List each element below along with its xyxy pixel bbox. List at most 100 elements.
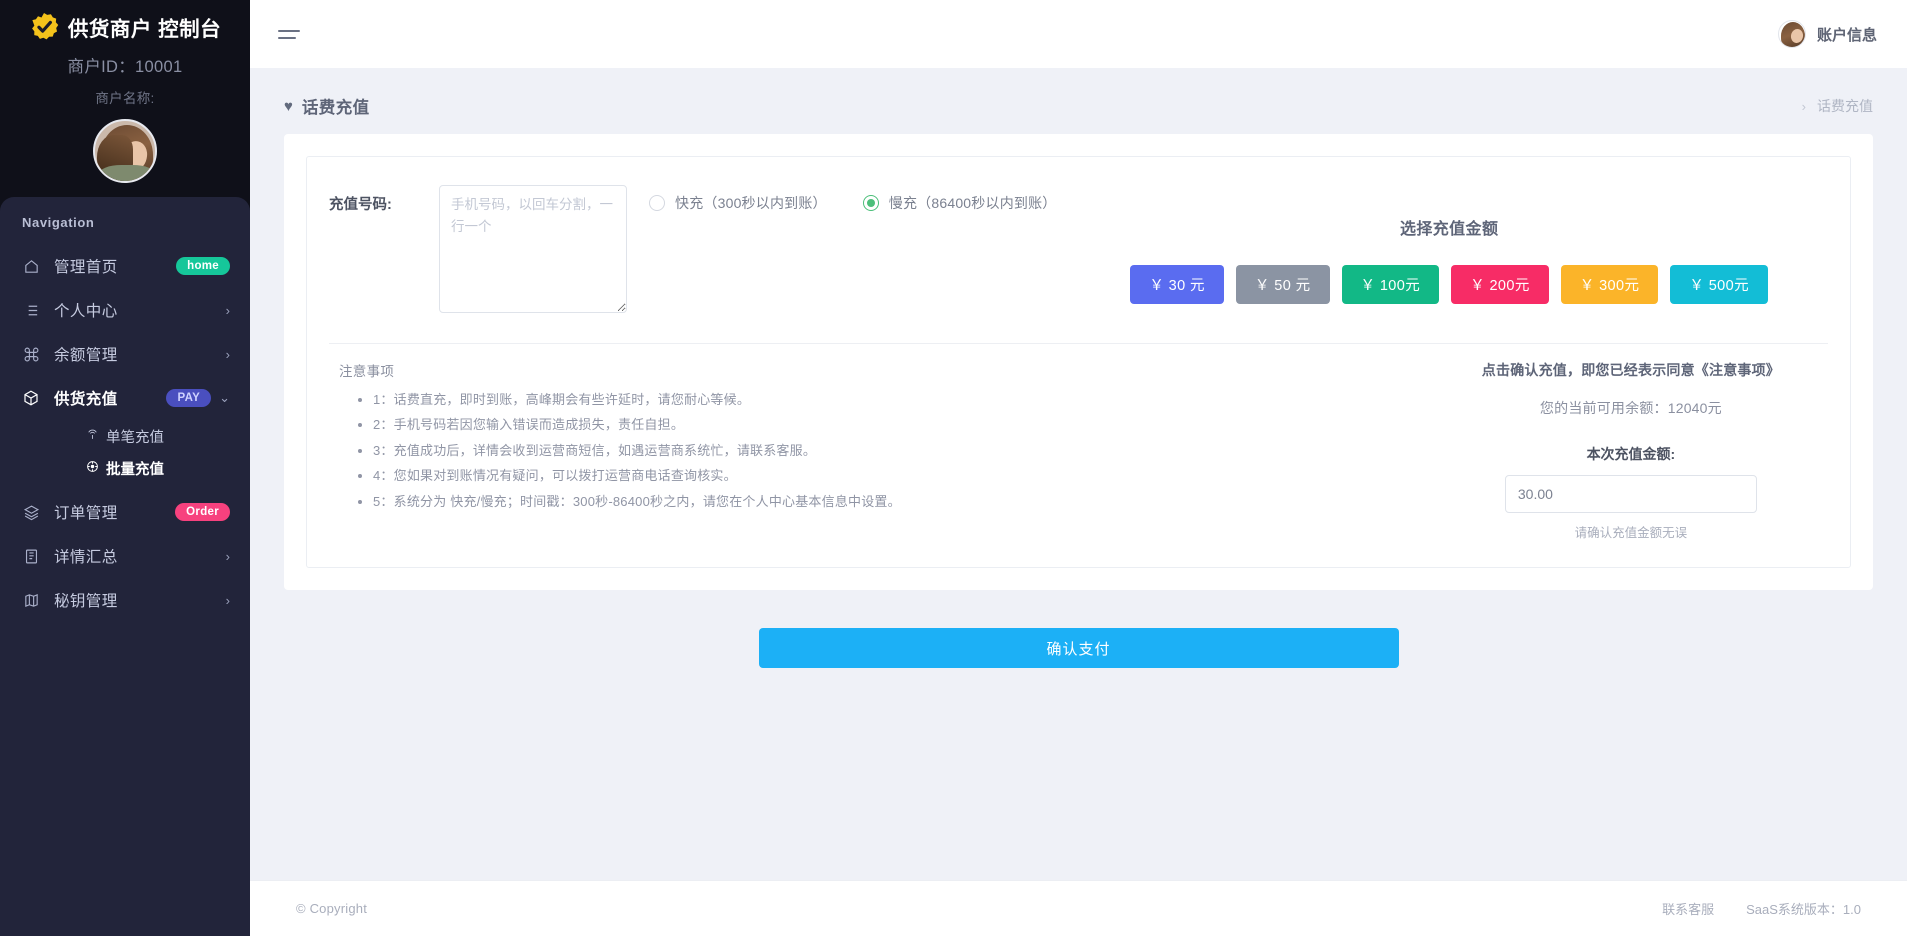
balance-text: 您的当前可用余额：12040元: [1540, 398, 1722, 418]
phone-label: 充值号码:: [329, 185, 439, 214]
sidebar-item-label: 供货充值: [54, 387, 118, 409]
map-icon: [20, 592, 42, 609]
merchant-name: 商户名称:: [95, 87, 154, 107]
page-title: ♥ 话费充值: [284, 94, 370, 118]
status-badge: home: [176, 257, 230, 275]
sidebar-subitem-label: 单笔充值: [106, 426, 164, 447]
lower-section: 注意事项 1：话费直充，即时到账，高峰期会有些许延时，请您耐心等候。 2：手机号…: [329, 344, 1828, 541]
sidebar-subitem-batch-recharge[interactable]: 批量充值: [0, 452, 250, 484]
chevron-right-icon: ›: [226, 303, 230, 318]
chevron-right-icon: ›: [226, 347, 230, 362]
box-icon: [20, 389, 42, 407]
home-icon: [20, 258, 42, 275]
recharge-form-row: 充值号码: 快充（300秒以内到账） 慢充（86400秒以内到账）: [329, 185, 1828, 313]
account-label: 账户信息: [1817, 24, 1877, 45]
amount-heading: 选择充值金额: [1400, 215, 1498, 239]
amount-field-label: 本次充值金额:: [1587, 444, 1676, 464]
sidebar-item-label: 管理首页: [54, 255, 118, 277]
footer-links: 联系客服 SaaS系统版本：1.0: [1662, 899, 1861, 918]
list-item: 3：充值成功后，详情会收到运营商短信，如遇运营商系统忙，请联系客服。: [373, 438, 901, 463]
sidebar-subitem-single-recharge[interactable]: 单笔充值: [0, 420, 250, 452]
chevron-right-icon: ›: [226, 593, 230, 608]
pay-zone: 确认支付: [250, 628, 1907, 668]
sidebar-item-label: 余额管理: [54, 343, 118, 365]
book-icon: [20, 548, 42, 565]
contact-support-link[interactable]: 联系客服: [1662, 899, 1714, 918]
sidebar-item-label: 订单管理: [54, 501, 118, 523]
sidebar-item-details[interactable]: 详情汇总 ›: [0, 534, 250, 578]
summary-pane: 点击确认充值，即您已经表示同意《注意事项》 您的当前可用余额：12040元 本次…: [1482, 360, 1828, 541]
list-icon: [20, 302, 42, 319]
amount-button-50[interactable]: ￥ 50 元: [1236, 265, 1330, 304]
page-header: ♥ 话费充值 › 话费充值: [250, 68, 1907, 126]
account-menu[interactable]: 账户信息: [1778, 20, 1877, 48]
amount-button-500[interactable]: ￥ 500元: [1670, 265, 1768, 304]
amount-buttons: ￥ 30 元 ￥ 50 元 ￥ 100元 ￥ 200元 ￥ 300元 ￥ 500…: [1130, 265, 1768, 304]
status-badge: Order: [175, 503, 230, 521]
phone-numbers-input[interactable]: [439, 185, 627, 313]
notes-title: 注意事项: [339, 360, 901, 380]
radio-label: 快充（300秒以内到账）: [675, 193, 827, 213]
sidebar: 供货商户 控制台 商户ID：10001 商户名称: Navigation 管理首…: [0, 0, 250, 936]
target-icon: [86, 460, 99, 476]
topbar: 账户信息: [250, 0, 1907, 68]
recharge-amount-input[interactable]: [1505, 475, 1757, 513]
version-text: SaaS系统版本：1.0: [1746, 899, 1861, 918]
list-item: 1：话费直充，即时到账，高峰期会有些许延时，请您耐心等候。: [373, 387, 901, 412]
status-badge: PAY: [166, 389, 211, 407]
broadcast-icon: [86, 428, 99, 444]
chevron-right-icon: ›: [226, 549, 230, 564]
radio-fast-recharge[interactable]: 快充（300秒以内到账）: [649, 193, 827, 213]
amount-selection: 选择充值金额 ￥ 30 元 ￥ 50 元 ￥ 100元 ￥ 200元 ￥ 300…: [1130, 185, 1828, 304]
avatar[interactable]: [93, 119, 157, 183]
amount-button-300[interactable]: ￥ 300元: [1561, 265, 1659, 304]
check-badge-icon: [29, 12, 59, 42]
sidebar-item-label: 个人中心: [54, 299, 118, 321]
sidebar-item-orders[interactable]: 订单管理 Order: [0, 490, 250, 534]
notes-block: 注意事项 1：话费直充，即时到账，高峰期会有些许延时，请您耐心等候。 2：手机号…: [329, 360, 901, 541]
amount-button-100[interactable]: ￥ 100元: [1342, 265, 1440, 304]
amount-hint: 请确认充值金额无误: [1575, 522, 1688, 541]
list-item: 2：手机号码若因您输入错误而造成损失，责任自担。: [373, 412, 901, 437]
radio-label: 慢充（86400秒以内到账）: [889, 193, 1057, 213]
page-title-text: 话费充值: [302, 94, 370, 118]
amount-button-200[interactable]: ￥ 200元: [1451, 265, 1549, 304]
chevron-down-icon: ⌄: [219, 390, 230, 406]
nav-heading: Navigation: [0, 215, 250, 230]
copyright-text: © Copyright: [296, 901, 367, 916]
speed-radio-group: 快充（300秒以内到账） 慢充（86400秒以内到账）: [649, 185, 1057, 213]
hamburger-icon[interactable]: [278, 30, 300, 39]
chevron-right-icon: ›: [1802, 99, 1806, 114]
sidebar-item-label: 详情汇总: [54, 545, 118, 567]
list-item: 5：系统分为 快充/慢充；时间戳：300秒-86400秒之内，请您在个人中心基本…: [373, 489, 901, 514]
breadcrumb-current: 话费充值: [1817, 96, 1873, 116]
notes-list: 1：话费直充，即时到账，高峰期会有些许延时，请您耐心等候。 2：手机号码若因您输…: [373, 387, 901, 514]
brand: 供货商户 控制台: [0, 12, 250, 42]
layers-icon: [20, 504, 42, 521]
command-icon: [20, 346, 42, 363]
list-item: 4：您如果对到账情况有疑问，可以拨打运营商电话查询核实。: [373, 463, 901, 488]
navigation-panel: Navigation 管理首页 home 个人中心 ›: [0, 197, 250, 936]
breadcrumb: › 话费充值: [1802, 96, 1873, 116]
sidebar-item-home[interactable]: 管理首页 home: [0, 244, 250, 288]
radio-circle-filled-icon: [863, 195, 879, 211]
heart-icon: ♥: [284, 98, 293, 115]
avatar: [1778, 20, 1806, 48]
amount-button-30[interactable]: ￥ 30 元: [1130, 265, 1224, 304]
sidebar-item-keys[interactable]: 秘钥管理 ›: [0, 578, 250, 622]
sidebar-subitem-label: 批量充值: [106, 458, 164, 479]
main-area: 账户信息 ♥ 话费充值 › 话费充值 充值号码:: [250, 0, 1907, 936]
recharge-inner: 充值号码: 快充（300秒以内到账） 慢充（86400秒以内到账）: [306, 156, 1851, 568]
recharge-card: 充值号码: 快充（300秒以内到账） 慢充（86400秒以内到账）: [284, 134, 1873, 590]
sidebar-item-profile[interactable]: 个人中心 ›: [0, 288, 250, 332]
agreement-text: 点击确认充值，即您已经表示同意《注意事项》: [1482, 360, 1780, 380]
sidebar-item-recharge[interactable]: 供货充值 PAY ⌄: [0, 376, 250, 420]
sidebar-item-label: 秘钥管理: [54, 589, 118, 611]
brand-title: 供货商户 控制台: [68, 12, 221, 42]
confirm-pay-button[interactable]: 确认支付: [759, 628, 1399, 668]
app-root: 供货商户 控制台 商户ID：10001 商户名称: Navigation 管理首…: [0, 0, 1907, 936]
footer: © Copyright 联系客服 SaaS系统版本：1.0: [250, 880, 1907, 936]
radio-slow-recharge[interactable]: 慢充（86400秒以内到账）: [863, 193, 1057, 213]
sidebar-item-balance[interactable]: 余额管理 ›: [0, 332, 250, 376]
merchant-id: 商户ID：10001: [68, 53, 183, 77]
